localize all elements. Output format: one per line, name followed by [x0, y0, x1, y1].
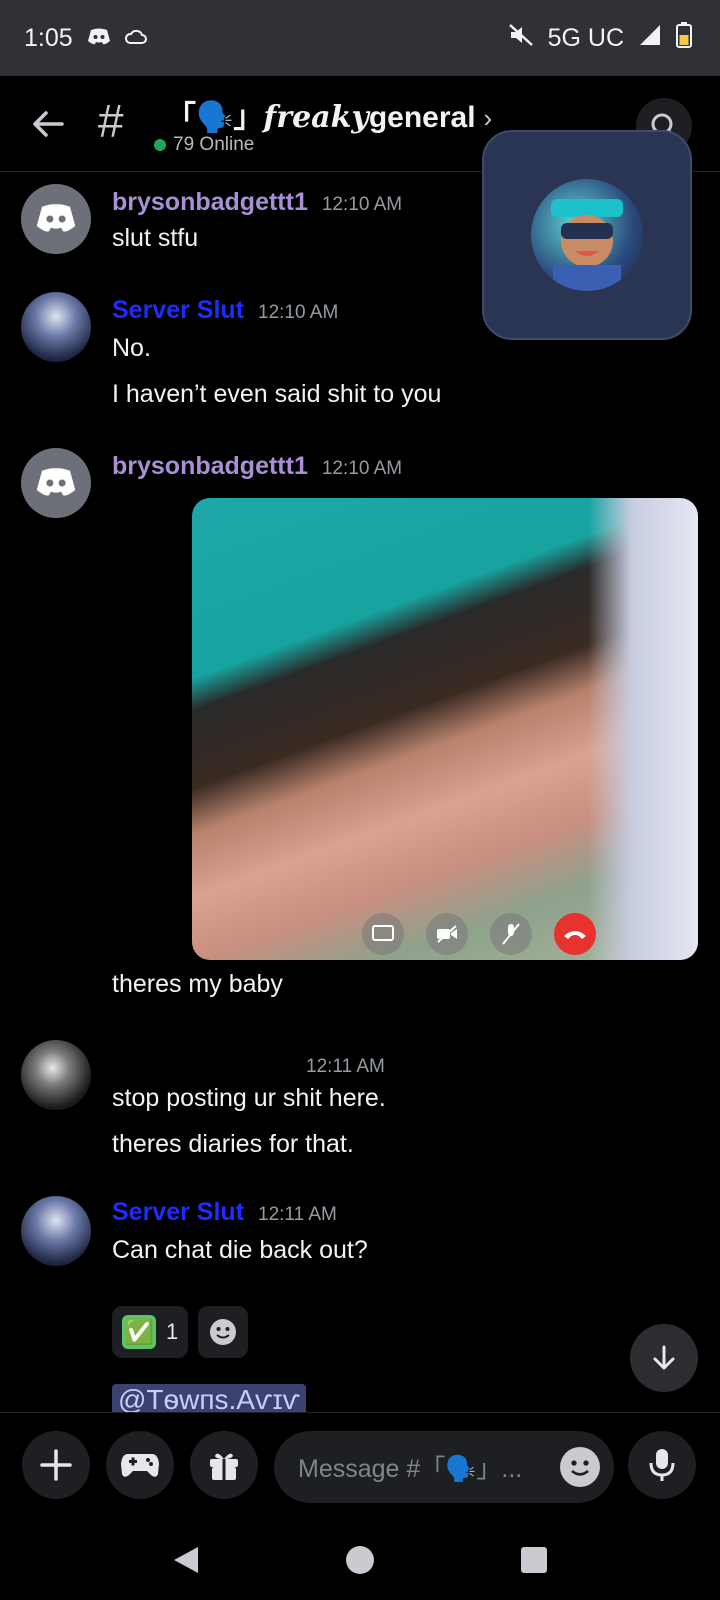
plus-icon [40, 1449, 72, 1481]
reaction-count: 1 [166, 1319, 179, 1344]
message-author[interactable]: brysonbadgettt1 12:10 AM [112, 452, 402, 481]
activities-button[interactable] [106, 1431, 174, 1499]
voice-message-button[interactable] [628, 1431, 696, 1499]
camera-off-icon [426, 913, 468, 955]
user-mention[interactable]: @Tѳwпs.Aѵɪѵ [112, 1384, 307, 1412]
message-text: theres diaries for that. [112, 1130, 354, 1158]
message-timestamp: 12:11 AM [258, 1204, 337, 1225]
emoji-icon [561, 1448, 599, 1486]
message-text: I haven’t even said shit to you [112, 380, 442, 408]
emoji-icon [210, 1319, 237, 1345]
message-author[interactable]: brysonbadgettt1 12:10 AM [112, 188, 402, 217]
message-text: theres my baby [112, 970, 283, 998]
message-timestamp: 12:10 AM [258, 302, 339, 323]
message-author[interactable]: Server Slut 12:11 AM [112, 1198, 337, 1227]
message-list[interactable]: brysonbadgettt1 12:10 AM slut stfu Server… [0, 172, 720, 1412]
screen-share-icon [362, 913, 404, 955]
reaction-check[interactable]: ✅ 1 [112, 1306, 189, 1358]
back-arrow-icon[interactable] [26, 102, 70, 146]
status-bar: 1:05 5G UC [0, 0, 720, 76]
avatar[interactable] [21, 292, 91, 362]
reaction-bar: ✅ 1 [112, 1306, 249, 1358]
message-text: stop posting ur shit here. [112, 1084, 386, 1112]
mic-off-icon [490, 913, 532, 955]
scroll-down-icon [653, 1345, 675, 1370]
message-text: Can chat die back out? [112, 1236, 368, 1264]
message-placeholder: Message #「🗣️」... [298, 1455, 523, 1483]
channel-name-fancy: freaky [263, 100, 369, 135]
network-label: 5G UC [547, 23, 624, 52]
call-participant-avatar [531, 179, 643, 291]
gift-button[interactable] [190, 1431, 258, 1499]
avatar[interactable] [21, 1040, 91, 1110]
battery-icon [676, 21, 692, 55]
author-name[interactable]: brysonbadgettt1 [112, 188, 308, 216]
discord-default-avatar-icon [36, 204, 76, 232]
chevron-right-icon: › [483, 103, 493, 133]
avatar[interactable] [21, 1196, 91, 1266]
image-attachment[interactable] [192, 498, 698, 960]
author-name[interactable]: brysonbadgettt1 [112, 452, 308, 480]
discord-notification-icon [87, 24, 111, 53]
message-text: No. [112, 334, 151, 362]
channel-name-suffix: general [368, 101, 476, 134]
nav-back-icon[interactable] [172, 1545, 200, 1580]
cloud-icon [124, 24, 147, 53]
voice-call-overlay[interactable] [482, 130, 692, 340]
message-timestamp: 12:11 AM [306, 1056, 385, 1077]
online-count: 79 Online [173, 134, 255, 155]
message-input[interactable]: Message #「🗣️」... [274, 1431, 614, 1503]
message-author[interactable]: 12:11 AM [292, 1050, 385, 1079]
scroll-down-button[interactable] [630, 1324, 698, 1392]
image-background [588, 498, 698, 960]
message-author[interactable]: Server Slut 12:10 AM [112, 296, 338, 325]
message-timestamp: 12:10 AM [321, 458, 403, 479]
add-reaction-button[interactable] [198, 1306, 249, 1358]
call-controls-in-image [362, 913, 596, 955]
online-dot [154, 139, 166, 151]
mute-icon [508, 23, 534, 54]
end-call-icon [554, 913, 596, 955]
avatar[interactable] [21, 184, 91, 254]
channel-title[interactable]: 「🗣️」freakygeneral › [166, 92, 492, 136]
discord-default-avatar-icon [36, 468, 76, 496]
author-name[interactable]: Server Slut [112, 296, 244, 324]
system-nav-bar [0, 1524, 720, 1600]
nav-recents-icon[interactable] [520, 1546, 548, 1579]
message-composer: Message #「🗣️」... [0, 1412, 720, 1524]
hash-icon: # [98, 95, 124, 147]
message-timestamp: 12:10 AM [321, 194, 403, 215]
nav-home-icon[interactable] [345, 1545, 375, 1580]
gift-icon [210, 1453, 238, 1480]
avatar[interactable] [21, 448, 91, 518]
emoji-picker-button[interactable] [560, 1447, 600, 1487]
online-status: 79 Online [154, 134, 254, 156]
plus-button[interactable] [22, 1431, 90, 1499]
microphone-icon [649, 1449, 675, 1481]
channel-name-prefix: 「🗣️」 [166, 101, 264, 134]
check-mark-icon: ✅ [122, 1315, 156, 1349]
status-time: 1:05 [24, 23, 73, 52]
signal-icon [638, 23, 662, 54]
message-text: slut stfu [112, 224, 199, 252]
author-name[interactable]: Server Slut [112, 1198, 244, 1226]
gamepad-icon [121, 1454, 159, 1477]
